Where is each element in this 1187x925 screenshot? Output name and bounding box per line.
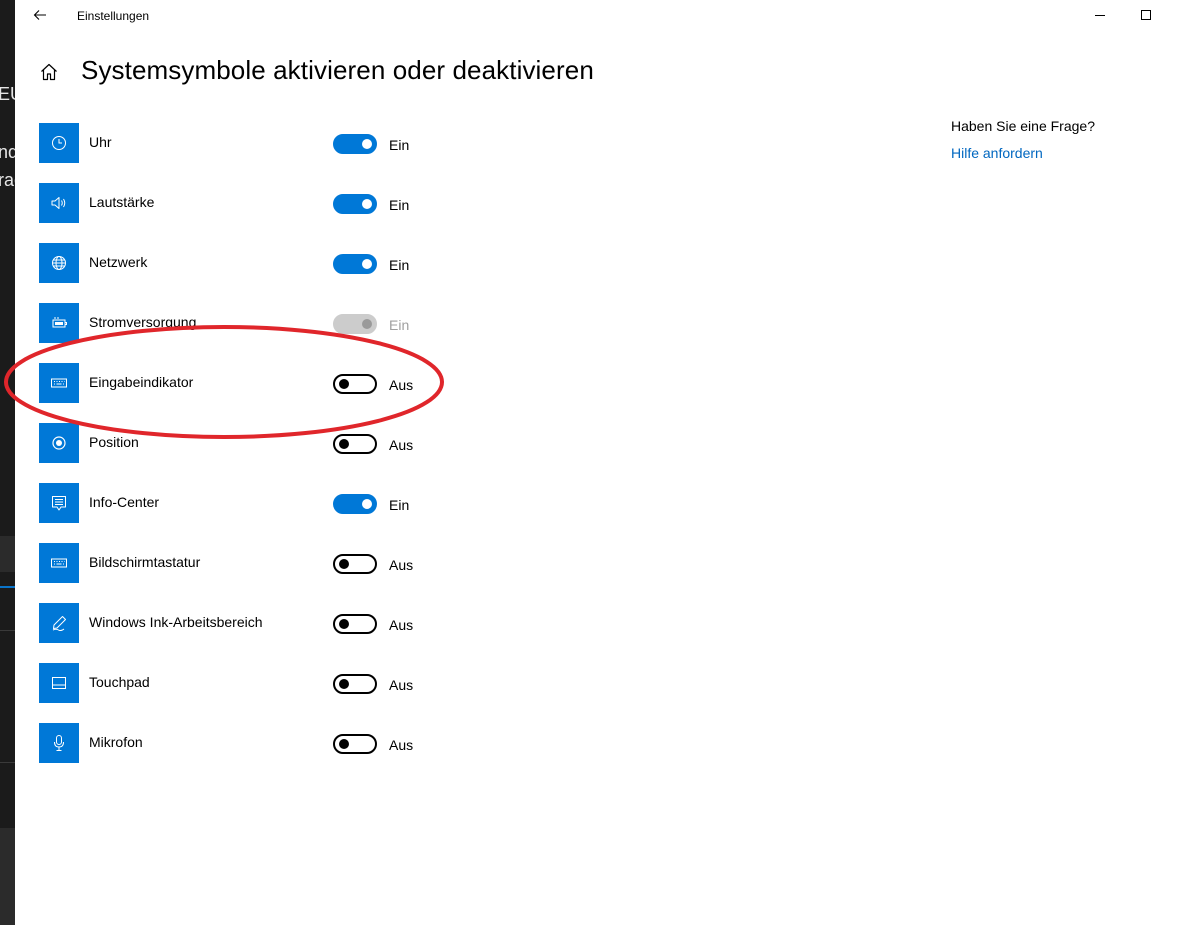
toggle-state-text: Ein [389,257,410,273]
window-title: Einstellungen [77,9,150,23]
home-button[interactable] [37,60,61,84]
item-label: Stromversorgung [89,314,197,330]
stromversorgung-toggle[interactable] [333,314,377,334]
background-divider [0,762,15,763]
help-question: Haben Sie eine Frage? [951,118,1095,134]
arrow-left-icon [33,10,46,20]
keyboard-icon [39,543,79,583]
volume-icon [39,183,79,223]
list-item-bildschirmtastatur: Bildschirmtastatur Aus [39,543,459,583]
list-item-touchpad: Touchpad Aus [39,663,459,703]
item-label: Lautstärke [89,194,155,210]
background-divider [0,630,15,631]
background-panel [0,828,15,925]
minimize-button[interactable] [1088,2,1112,28]
toggle-state-text: Aus [389,737,414,753]
pen-icon [39,603,79,643]
list-item-lautstaerke: Lautstärke Ein [39,183,459,223]
background-text: rac [0,170,15,190]
battery-icon [39,303,79,343]
background-text: EU [0,84,15,104]
globe-icon [39,243,79,283]
toggle-state-text: Ein [389,497,410,513]
item-label: Info-Center [89,494,160,510]
item-label: Netzwerk [89,254,148,270]
item-label: Touchpad [89,674,150,690]
microphone-icon [39,723,79,763]
toggle-state-text: Ein [389,137,410,153]
background-accent-line [0,586,15,588]
action-center-icon [39,483,79,523]
background-text: nd [0,142,15,162]
toggle-state-text: Ein [389,317,410,333]
touchpad-toggle[interactable] [333,674,377,694]
minimize-icon [1095,15,1105,16]
list-item-netzwerk: Netzwerk Ein [39,243,459,283]
toggle-state-text: Aus [389,677,414,693]
list-item-info-center: Info-Center Ein [39,483,459,523]
toggle-state-text: Aus [389,557,414,573]
bildschirmtastatur-toggle[interactable] [333,554,377,574]
item-label: Uhr [89,134,112,150]
touchpad-icon [39,663,79,703]
clock-icon [39,123,79,163]
eingabeindikator-toggle[interactable] [333,374,377,394]
uhr-toggle[interactable] [333,134,377,154]
maximize-button[interactable] [1134,2,1158,28]
info-center-toggle[interactable] [333,494,377,514]
list-item-uhr: Uhr Ein [39,123,459,163]
mikrofon-toggle[interactable] [333,734,377,754]
item-label: Mikrofon [89,734,143,750]
back-button[interactable] [29,4,51,26]
lautstaerke-toggle[interactable] [333,194,377,214]
windows-ink-toggle[interactable] [333,614,377,634]
home-icon [41,63,57,81]
list-item-eingabeindikator: Eingabeindikator Aus [39,363,459,403]
background-window: EU nd rac [0,0,15,925]
item-label: Bildschirmtastatur [89,554,201,570]
maximize-icon [1141,10,1151,20]
help-link[interactable]: Hilfe anfordern [951,145,1043,161]
list-item-windows-ink: Windows Ink-Arbeitsbereich Aus [39,603,459,643]
keyboard-icon [39,363,79,403]
list-item-position: Position Aus [39,423,459,463]
toggle-state-text: Aus [389,617,414,633]
item-label: Position [89,434,139,450]
list-item-mikrofon: Mikrofon Aus [39,723,459,763]
toggle-state-text: Ein [389,197,410,213]
page-title: Systemsymbole aktivieren oder deaktivier… [81,55,594,85]
settings-window: Einstellungen Systemsymbole aktivieren o… [15,0,1187,925]
position-toggle[interactable] [333,434,377,454]
toggle-state-text: Aus [389,437,414,453]
toggle-state-text: Aus [389,377,414,393]
item-label: Eingabeindikator [89,374,194,390]
item-label: Windows Ink-Arbeitsbereich [89,614,263,630]
list-item-stromversorgung: Stromversorgung Ein [39,303,459,343]
background-panel [0,536,15,572]
location-icon [39,423,79,463]
netzwerk-toggle[interactable] [333,254,377,274]
